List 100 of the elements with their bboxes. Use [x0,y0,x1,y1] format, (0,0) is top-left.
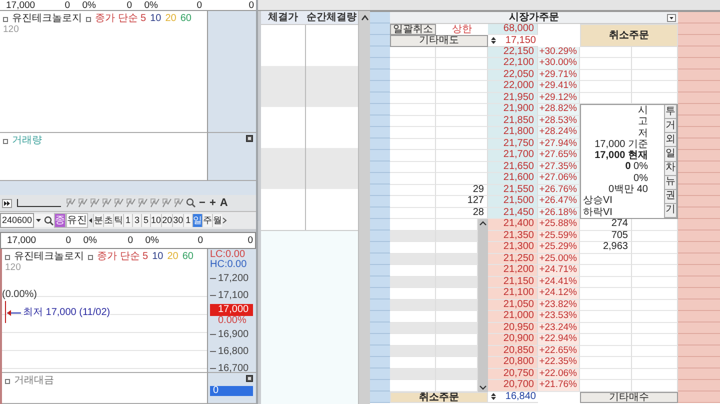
order-cell[interactable] [436,368,478,380]
chart-tool-icon[interactable] [126,198,136,208]
order-cell[interactable] [632,300,678,311]
maximize-icon[interactable] [246,135,253,142]
order-cell[interactable] [632,322,678,334]
order-cell[interactable] [632,81,678,92]
order-cell[interactable] [580,254,632,265]
price-cell[interactable]: 20,850 [488,346,538,357]
price-cell[interactable]: 21,200 [488,265,538,276]
cancel-order-button[interactable]: 취소주문 [580,24,678,46]
order-cell[interactable] [632,58,678,70]
cancel-order-button[interactable]: 취소주문 [390,392,488,403]
order-cell[interactable] [436,322,478,334]
side-tab[interactable]: 뉴 [664,176,677,190]
price-cell[interactable]: 21,950 [488,92,538,104]
order-cell[interactable] [436,254,478,265]
zoom-button[interactable]: + [208,197,217,209]
scrollbar[interactable] [478,219,488,392]
price-cell[interactable]: 21,100 [488,288,538,300]
price-cell[interactable]: 21,700 [488,150,538,162]
side-tab[interactable]: 기 [664,204,677,218]
price-cell[interactable]: 21,050 [488,300,538,311]
side-tab[interactable]: 투 [664,105,677,120]
order-cell[interactable] [390,322,436,334]
price-cell[interactable]: 20,950 [488,322,538,334]
order-cell[interactable] [580,311,632,322]
price-spin-field[interactable]: 16,840 [488,392,538,403]
order-cell[interactable] [390,162,436,173]
order-cell[interactable] [632,46,678,58]
order-cell[interactable] [580,300,632,311]
order-cell[interactable] [436,276,478,288]
period-button[interactable]: 3 [132,214,142,227]
chart-tool-icon[interactable] [174,198,184,208]
chart-tool-icon[interactable] [102,198,112,208]
period-button[interactable]: 1 [183,214,192,227]
order-cell[interactable] [390,92,436,104]
spinner-icon[interactable] [490,36,497,45]
price-cell[interactable]: 21,300 [488,242,538,254]
order-cell[interactable] [632,357,678,368]
order-cell[interactable] [580,288,632,300]
order-cell[interactable] [632,230,678,242]
price-cell[interactable]: 21,800 [488,127,538,138]
order-cell[interactable] [436,346,478,357]
period-button[interactable]: 1 [123,214,132,227]
order-cell[interactable] [632,334,678,346]
order-cell[interactable] [632,276,678,288]
order-cell[interactable] [580,58,632,70]
order-cell[interactable] [390,104,436,116]
order-type-bar[interactable]: 시장가주문 [390,12,678,24]
period-button[interactable]: 30 [172,214,184,227]
price-cell[interactable]: 21,600 [488,173,538,184]
price-cell[interactable]: 21,650 [488,162,538,173]
side-tab[interactable]: 거 [664,119,677,134]
order-cell[interactable] [390,173,436,184]
order-cell[interactable] [390,208,436,219]
price-cell[interactable]: 22,100 [488,58,538,70]
order-cell[interactable] [390,150,436,162]
order-cell[interactable] [390,81,436,92]
period-button[interactable]: 틱 [113,214,124,227]
order-cell[interactable] [390,184,436,196]
zoom-button[interactable]: − [198,197,206,209]
chart-tool-icon[interactable] [150,198,160,208]
price-cell[interactable]: 21,500 [488,196,538,208]
price-cell[interactable]: 22,150 [488,46,538,58]
period-button[interactable]: 주 [202,214,212,227]
period-button[interactable]: 일 [192,214,202,227]
order-cell[interactable] [632,254,678,265]
side-tab[interactable]: 외 [664,133,677,148]
order-cell[interactable] [390,70,436,81]
order-cell[interactable] [632,288,678,300]
maximize-icon[interactable] [246,375,253,382]
order-cell[interactable] [390,300,436,311]
chart-tool-icon[interactable] [78,198,88,208]
order-cell[interactable] [390,138,436,150]
order-cell[interactable] [580,46,632,58]
order-cell[interactable] [390,230,436,242]
spinner-icon[interactable] [490,392,497,402]
order-cell[interactable] [390,116,436,127]
price-cell[interactable]: 21,450 [488,208,538,219]
chart-tool-icon[interactable] [138,198,148,208]
order-cell[interactable] [390,58,436,70]
price-cell[interactable]: 21,150 [488,276,538,288]
order-cell[interactable] [580,265,632,276]
order-cell[interactable] [436,300,478,311]
order-cell[interactable] [580,357,632,368]
order-cell[interactable] [390,46,436,58]
search-icon[interactable] [186,198,196,208]
order-cell[interactable] [632,368,678,380]
order-cell[interactable] [580,81,632,92]
order-cell[interactable] [390,254,436,265]
price-cell[interactable]: 22,000 [488,81,538,92]
search-icon[interactable] [43,214,54,227]
order-cell[interactable] [580,334,632,346]
order-cell[interactable] [390,276,436,288]
price-cell[interactable]: 20,900 [488,334,538,346]
chart-tool-icon[interactable] [90,198,100,208]
dropdown-icon[interactable] [34,214,44,227]
period-button[interactable]: 초 [103,214,114,227]
order-cell[interactable] [436,230,478,242]
chart-tool-icon[interactable] [114,198,124,208]
